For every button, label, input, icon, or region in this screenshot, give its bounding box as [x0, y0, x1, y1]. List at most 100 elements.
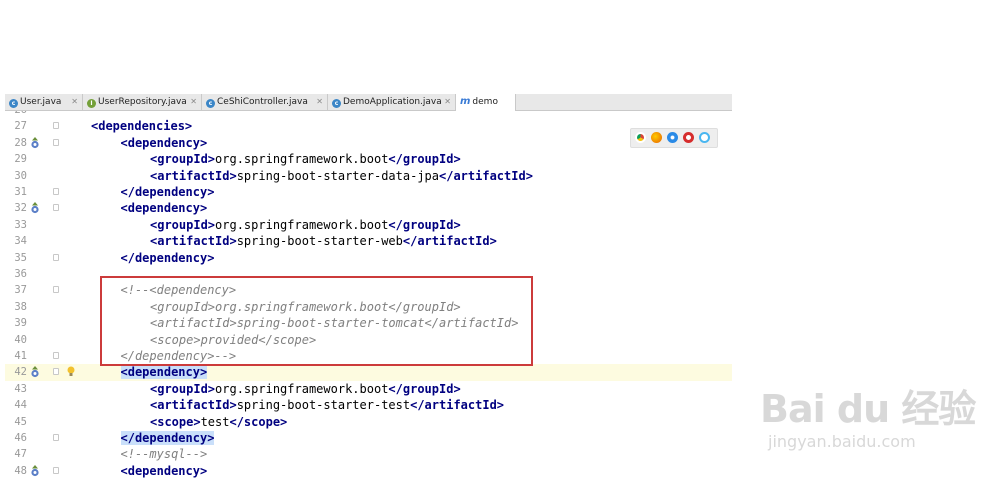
code-text: </dependency> — [121, 184, 215, 200]
tab-ceshicontroller-java[interactable]: c CeShiController.java ✕ — [202, 94, 328, 110]
code-line[interactable]: 27 <dependencies> — [5, 118, 732, 134]
code-line[interactable]: 32 <dependency> — [5, 200, 732, 216]
xml-tag: <dependency> — [120, 365, 208, 380]
code-line[interactable]: 31 </dependency> — [5, 184, 732, 200]
firefox-icon[interactable] — [651, 132, 662, 143]
xml-tag: <artifactId> — [150, 168, 237, 183]
code-line[interactable]: 44 <artifactId>spring-boot-starter-test</… — [5, 397, 732, 413]
code-text: <artifactId>spring-boot-starter-test</ar… — [150, 397, 504, 413]
line-number: 29 — [14, 153, 27, 166]
tab-label: UserRepository.java — [98, 97, 187, 107]
line-number: 43 — [14, 382, 27, 395]
fold-marker-icon[interactable] — [53, 188, 59, 195]
line-number: 35 — [14, 251, 27, 264]
close-tab-icon[interactable]: ✕ — [71, 94, 78, 110]
fold-marker-icon[interactable] — [53, 352, 59, 359]
line-number: 34 — [14, 235, 27, 248]
code-line[interactable]: 26 — [5, 111, 732, 118]
code-line[interactable]: 35 </dependency> — [5, 250, 732, 266]
xml-tag: <scope> — [150, 414, 201, 429]
opera-icon[interactable] — [683, 132, 694, 143]
line-number: 36 — [14, 268, 27, 280]
line-number: 46 — [14, 432, 27, 444]
tab-user-java[interactable]: c User.java ✕ — [5, 94, 83, 110]
code-text: <groupId>org.springframework.boot</group… — [150, 217, 461, 233]
fold-marker-icon[interactable] — [53, 286, 59, 294]
line-number: 40 — [14, 333, 27, 346]
close-tab-icon[interactable]: ✕ — [444, 94, 451, 110]
fold-marker-icon[interactable] — [53, 434, 59, 441]
code-text: <scope>test</scope> — [150, 414, 287, 430]
tab-demoapplication-java[interactable]: c DemoApplication.java ✕ — [328, 94, 456, 110]
xml-tag: </dependency> — [120, 250, 215, 265]
spring-class-icon: c — [332, 99, 341, 108]
code-line[interactable]: 46 </dependency> — [5, 430, 732, 446]
xml-text: org.springframework.boot — [215, 381, 389, 396]
xml-tag: </groupId> — [388, 381, 461, 396]
code-line[interactable]: 48 <dependency> — [5, 463, 732, 479]
xml-text: test — [200, 414, 230, 429]
xml-tag: </artifactId> — [410, 398, 505, 413]
override-gutter-icon[interactable] — [30, 136, 40, 149]
fold-marker-icon[interactable] — [53, 138, 59, 146]
code-line[interactable]: 45 <scope>test</scope> — [5, 414, 732, 430]
code-text: <dependency> — [121, 463, 208, 479]
code-line[interactable]: 29 <groupId>org.springframework.boot</gro… — [5, 151, 732, 167]
tab-label: CeShiController.java — [217, 97, 308, 107]
close-tab-icon[interactable]: ✕ — [190, 94, 197, 110]
code-line[interactable]: 28 <dependency> — [5, 135, 732, 151]
code-line[interactable]: 47 <!--mysql--> — [5, 446, 732, 462]
line-number: 42 — [14, 366, 27, 379]
tab-userrepository-java[interactable]: I UserRepository.java ✕ — [83, 94, 202, 110]
close-tab-icon[interactable]: ✕ — [316, 94, 323, 110]
code-text: <artifactId>spring-boot-starter-web</art… — [150, 233, 497, 249]
safari-icon[interactable] — [667, 132, 678, 143]
xml-tag: <dependency> — [120, 463, 208, 478]
xml-tag: <dependency> — [120, 135, 208, 150]
xml-text: spring-boot-starter-data-jpa — [236, 168, 439, 183]
xml-tag: <dependencies> — [91, 119, 193, 134]
code-line[interactable]: 43 <groupId>org.springframework.boot</gro… — [5, 381, 732, 397]
editor-tab-bar: c User.java ✕ I UserRepository.java ✕ c CeShiCo… — [5, 94, 732, 111]
line-number: 47 — [14, 448, 27, 461]
xml-tag: </artifactId> — [402, 234, 497, 249]
line-number: 32 — [14, 202, 27, 215]
fold-marker-icon[interactable] — [53, 466, 59, 474]
code-text: <!--mysql--> — [121, 446, 208, 462]
code-line[interactable]: 34 <artifactId>spring-boot-starter-web</a… — [5, 233, 732, 249]
line-number: 48 — [14, 464, 27, 477]
maven-icon: m — [460, 96, 471, 107]
code-text: <groupId>org.springframework.boot</group… — [150, 151, 461, 167]
code-line[interactable]: 30 <artifactId>spring-boot-starter-data-j… — [5, 168, 732, 184]
line-number: 33 — [14, 218, 27, 231]
fold-marker-icon[interactable] — [53, 204, 59, 212]
xml-text: spring-boot-starter-web — [236, 234, 403, 249]
ie-icon[interactable] — [699, 132, 710, 143]
code-line[interactable]: 42 <dependency> — [5, 364, 732, 381]
fold-marker-icon[interactable] — [53, 122, 59, 130]
xml-text: org.springframework.boot — [215, 217, 389, 232]
code-line[interactable]: 33 <groupId>org.springframework.boot</gro… — [5, 217, 732, 233]
chrome-icon[interactable] — [635, 132, 646, 143]
xml-tag: </dependency> — [120, 185, 215, 199]
line-number: 28 — [14, 136, 27, 149]
fold-marker-icon[interactable] — [53, 368, 59, 376]
code-text: <groupId>org.springframework.boot</group… — [150, 381, 461, 397]
lightbulb-icon[interactable] — [67, 366, 75, 377]
line-number: 31 — [14, 186, 27, 198]
xml-tag: <groupId> — [150, 217, 216, 232]
override-gutter-icon[interactable] — [30, 202, 40, 214]
override-gutter-icon[interactable] — [30, 366, 40, 378]
tab-demo[interactable]: m demo — [456, 94, 516, 111]
line-number: 41 — [14, 350, 27, 362]
line-number: 38 — [14, 300, 27, 313]
override-gutter-icon[interactable] — [30, 464, 40, 477]
line-number: 45 — [14, 415, 27, 428]
code-text: </dependency> — [120, 430, 215, 446]
xml-tag: <groupId> — [150, 381, 216, 396]
tab-label: demo — [472, 97, 498, 107]
code-text: <dependency> — [121, 135, 208, 151]
code-text: </dependency> — [121, 250, 215, 266]
fold-marker-icon[interactable] — [53, 253, 59, 261]
line-number: 39 — [14, 317, 27, 330]
